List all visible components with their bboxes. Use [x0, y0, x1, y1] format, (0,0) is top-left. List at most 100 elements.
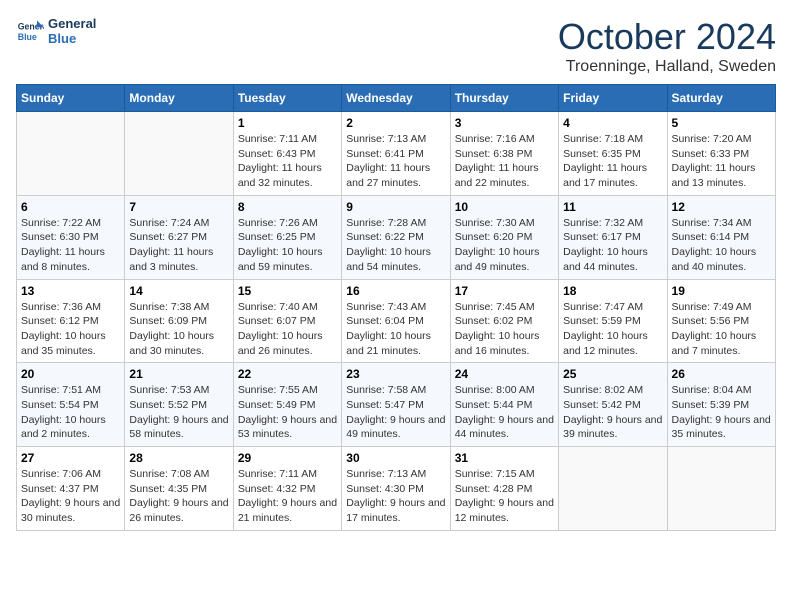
calendar-cell: 24Sunrise: 8:00 AM Sunset: 5:44 PM Dayli… — [450, 363, 558, 447]
title-block: October 2024 Troenninge, Halland, Sweden — [558, 16, 776, 76]
day-number: 7 — [129, 200, 228, 214]
calendar-week-row: 1Sunrise: 7:11 AM Sunset: 6:43 PM Daylig… — [17, 112, 776, 196]
calendar-cell: 15Sunrise: 7:40 AM Sunset: 6:07 PM Dayli… — [233, 279, 341, 363]
day-info: Sunrise: 7:32 AM Sunset: 6:17 PM Dayligh… — [563, 216, 662, 275]
weekday-header: Monday — [125, 85, 233, 112]
day-info: Sunrise: 7:16 AM Sunset: 6:38 PM Dayligh… — [455, 132, 554, 191]
weekday-header: Friday — [559, 85, 667, 112]
calendar-cell: 28 Sunrise: 7:08 AM Sunset: 4:35 PM Dayli… — [125, 447, 233, 531]
day-number: 21 — [129, 367, 228, 381]
calendar-week-row: 13Sunrise: 7:36 AM Sunset: 6:12 PM Dayli… — [17, 279, 776, 363]
calendar-cell: 5 Sunrise: 7:20 AM Sunset: 6:33 PM Daylig… — [667, 112, 775, 196]
logo-icon: General Blue — [16, 17, 44, 45]
weekday-header: Thursday — [450, 85, 558, 112]
day-info: Sunrise: 7:13 AM Sunset: 4:30 PM Dayligh… — [346, 467, 445, 526]
day-info: Sunrise: 7:47 AM Sunset: 5:59 PM Dayligh… — [563, 300, 662, 359]
calendar-week-row: 20Sunrise: 7:51 AM Sunset: 5:54 PM Dayli… — [17, 363, 776, 447]
calendar-cell: 29 Sunrise: 7:11 AM Sunset: 4:32 PM Dayli… — [233, 447, 341, 531]
day-info: Sunrise: 7:06 AM Sunset: 4:37 PM Dayligh… — [21, 467, 120, 526]
day-info: Sunrise: 7:40 AM Sunset: 6:07 PM Dayligh… — [238, 300, 337, 359]
calendar-cell: 31 Sunrise: 7:15 AM Sunset: 4:28 PM Dayli… — [450, 447, 558, 531]
calendar-cell: 27 Sunrise: 7:06 AM Sunset: 4:37 PM Dayli… — [17, 447, 125, 531]
day-number: 1 — [238, 116, 337, 130]
calendar-cell — [667, 447, 775, 531]
day-number: 5 — [672, 116, 771, 130]
calendar-header: SundayMondayTuesdayWednesdayThursdayFrid… — [17, 85, 776, 112]
calendar-cell — [559, 447, 667, 531]
calendar-cell: 18 Sunrise: 7:47 AM Sunset: 5:59 PM Dayli… — [559, 279, 667, 363]
day-number: 9 — [346, 200, 445, 214]
day-info: Sunrise: 7:38 AM Sunset: 6:09 PM Dayligh… — [129, 300, 228, 359]
day-number: 31 — [455, 451, 554, 465]
logo-line2: Blue — [48, 31, 96, 46]
calendar-cell: 8Sunrise: 7:26 AM Sunset: 6:25 PM Daylig… — [233, 195, 341, 279]
day-info: Sunrise: 7:15 AM Sunset: 4:28 PM Dayligh… — [455, 467, 554, 526]
calendar-body: 1Sunrise: 7:11 AM Sunset: 6:43 PM Daylig… — [17, 112, 776, 531]
day-info: Sunrise: 7:45 AM Sunset: 6:02 PM Dayligh… — [455, 300, 554, 359]
day-info: Sunrise: 7:58 AM Sunset: 5:47 PM Dayligh… — [346, 383, 445, 442]
page-header: General Blue General Blue October 2024 T… — [16, 16, 776, 76]
day-number: 18 — [563, 284, 662, 298]
day-info: Sunrise: 7:18 AM Sunset: 6:35 PM Dayligh… — [563, 132, 662, 191]
day-info: Sunrise: 7:11 AM Sunset: 4:32 PM Dayligh… — [238, 467, 337, 526]
calendar-cell: 13Sunrise: 7:36 AM Sunset: 6:12 PM Dayli… — [17, 279, 125, 363]
month-title: October 2024 — [558, 16, 776, 58]
calendar-cell: 14 Sunrise: 7:38 AM Sunset: 6:09 PM Dayli… — [125, 279, 233, 363]
day-number: 30 — [346, 451, 445, 465]
calendar-week-row: 27 Sunrise: 7:06 AM Sunset: 4:37 PM Dayli… — [17, 447, 776, 531]
weekday-header: Tuesday — [233, 85, 341, 112]
calendar-week-row: 6Sunrise: 7:22 AM Sunset: 6:30 PM Daylig… — [17, 195, 776, 279]
day-info: Sunrise: 7:51 AM Sunset: 5:54 PM Dayligh… — [21, 383, 120, 442]
calendar-cell: 21 Sunrise: 7:53 AM Sunset: 5:52 PM Dayli… — [125, 363, 233, 447]
day-info: Sunrise: 7:08 AM Sunset: 4:35 PM Dayligh… — [129, 467, 228, 526]
calendar-cell: 17 Sunrise: 7:45 AM Sunset: 6:02 PM Dayli… — [450, 279, 558, 363]
calendar-cell: 11 Sunrise: 7:32 AM Sunset: 6:17 PM Dayli… — [559, 195, 667, 279]
logo-line1: General — [48, 16, 96, 31]
day-info: Sunrise: 7:53 AM Sunset: 5:52 PM Dayligh… — [129, 383, 228, 442]
weekday-header: Saturday — [667, 85, 775, 112]
day-number: 25 — [563, 367, 662, 381]
day-number: 27 — [21, 451, 120, 465]
day-info: Sunrise: 7:49 AM Sunset: 5:56 PM Dayligh… — [672, 300, 771, 359]
calendar-cell: 23 Sunrise: 7:58 AM Sunset: 5:47 PM Dayli… — [342, 363, 450, 447]
day-number: 14 — [129, 284, 228, 298]
day-info: Sunrise: 7:43 AM Sunset: 6:04 PM Dayligh… — [346, 300, 445, 359]
day-number: 12 — [672, 200, 771, 214]
location-title: Troenninge, Halland, Sweden — [558, 58, 776, 76]
day-number: 4 — [563, 116, 662, 130]
calendar-cell: 22Sunrise: 7:55 AM Sunset: 5:49 PM Dayli… — [233, 363, 341, 447]
day-number: 23 — [346, 367, 445, 381]
day-number: 29 — [238, 451, 337, 465]
logo: General Blue General Blue — [16, 16, 96, 46]
calendar-table: SundayMondayTuesdayWednesdayThursdayFrid… — [16, 84, 776, 531]
day-info: Sunrise: 7:20 AM Sunset: 6:33 PM Dayligh… — [672, 132, 771, 191]
weekday-header: Wednesday — [342, 85, 450, 112]
day-info: Sunrise: 7:24 AM Sunset: 6:27 PM Dayligh… — [129, 216, 228, 275]
calendar-cell — [125, 112, 233, 196]
day-number: 28 — [129, 451, 228, 465]
day-info: Sunrise: 7:34 AM Sunset: 6:14 PM Dayligh… — [672, 216, 771, 275]
calendar-cell: 7 Sunrise: 7:24 AM Sunset: 6:27 PM Daylig… — [125, 195, 233, 279]
day-number: 8 — [238, 200, 337, 214]
day-number: 19 — [672, 284, 771, 298]
day-info: Sunrise: 7:13 AM Sunset: 6:41 PM Dayligh… — [346, 132, 445, 191]
day-info: Sunrise: 7:30 AM Sunset: 6:20 PM Dayligh… — [455, 216, 554, 275]
day-info: Sunrise: 8:04 AM Sunset: 5:39 PM Dayligh… — [672, 383, 771, 442]
day-number: 10 — [455, 200, 554, 214]
calendar-cell: 10 Sunrise: 7:30 AM Sunset: 6:20 PM Dayli… — [450, 195, 558, 279]
day-number: 3 — [455, 116, 554, 130]
calendar-cell: 25Sunrise: 8:02 AM Sunset: 5:42 PM Dayli… — [559, 363, 667, 447]
calendar-cell: 30 Sunrise: 7:13 AM Sunset: 4:30 PM Dayli… — [342, 447, 450, 531]
calendar-cell: 19 Sunrise: 7:49 AM Sunset: 5:56 PM Dayli… — [667, 279, 775, 363]
day-number: 2 — [346, 116, 445, 130]
day-number: 11 — [563, 200, 662, 214]
calendar-cell: 12 Sunrise: 7:34 AM Sunset: 6:14 PM Dayli… — [667, 195, 775, 279]
day-info: Sunrise: 8:00 AM Sunset: 5:44 PM Dayligh… — [455, 383, 554, 442]
day-number: 6 — [21, 200, 120, 214]
day-number: 16 — [346, 284, 445, 298]
day-number: 17 — [455, 284, 554, 298]
day-number: 26 — [672, 367, 771, 381]
day-info: Sunrise: 7:28 AM Sunset: 6:22 PM Dayligh… — [346, 216, 445, 275]
calendar-cell: 2 Sunrise: 7:13 AM Sunset: 6:41 PM Daylig… — [342, 112, 450, 196]
svg-text:Blue: Blue — [18, 32, 37, 42]
